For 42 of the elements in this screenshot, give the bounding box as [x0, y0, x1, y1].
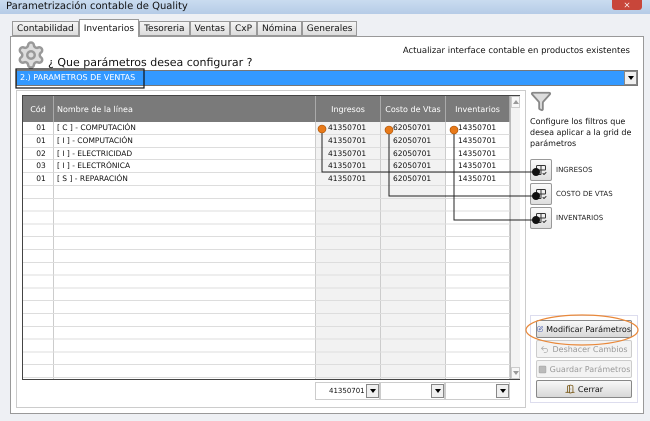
- dropdown-button[interactable]: [496, 384, 509, 398]
- tab[interactable]: Generales: [302, 21, 358, 36]
- scrollbar[interactable]: [510, 96, 520, 379]
- close-icon: [623, 1, 631, 9]
- column-header[interactable]: Inventarios: [446, 96, 510, 122]
- tab[interactable]: Inventarios: [78, 19, 140, 37]
- tab[interactable]: Nómina: [257, 21, 302, 36]
- caret-icon: [512, 100, 518, 104]
- scroll-up-button[interactable]: [511, 96, 520, 108]
- tab[interactable]: Contabilidad: [12, 21, 79, 36]
- door-icon: [564, 384, 575, 394]
- prompt-text: ¿ Que parámetros desea configurar ?: [48, 56, 252, 69]
- grid-icon: [535, 212, 547, 224]
- grid-icon: [535, 188, 547, 200]
- update-link[interactable]: Actualizar interface contable en productos existentes: [402, 46, 630, 56]
- gear-icon: [16, 40, 46, 70]
- column-header[interactable]: Costo de Vtas: [381, 96, 446, 122]
- caret-icon: [370, 389, 376, 393]
- grid-icon: [535, 164, 547, 176]
- caret-icon: [500, 389, 506, 393]
- action-button[interactable]: Modificar Parámetros: [536, 320, 632, 338]
- caret-icon: [628, 76, 634, 80]
- tab[interactable]: CxP: [230, 21, 258, 36]
- action-button[interactable]: Cerrar: [536, 380, 632, 398]
- filter-hint: Configure los filtros que desea aplicar a la grid de parámetros: [530, 116, 632, 149]
- scroll-down-button[interactable]: [511, 367, 520, 379]
- undo-icon: [540, 344, 550, 354]
- dropdown-button[interactable]: [624, 71, 637, 85]
- tab[interactable]: Tesoreria: [139, 21, 190, 36]
- window-title: Parametrización contable de Quality: [6, 0, 188, 13]
- edit-icon: [537, 324, 544, 334]
- caret-icon: [434, 389, 440, 393]
- caret-icon: [512, 371, 518, 375]
- column-header[interactable]: Cód: [23, 96, 54, 122]
- close-button[interactable]: [612, 0, 642, 10]
- tab[interactable]: Ventas: [190, 21, 230, 36]
- dropdown-button[interactable]: [366, 384, 379, 398]
- square-icon: [538, 364, 547, 374]
- funnel-icon: [530, 90, 552, 112]
- column-header[interactable]: Nombre de la línea: [54, 96, 316, 122]
- dropdown-button[interactable]: [431, 384, 444, 398]
- column-header[interactable]: Ingresos: [316, 96, 381, 122]
